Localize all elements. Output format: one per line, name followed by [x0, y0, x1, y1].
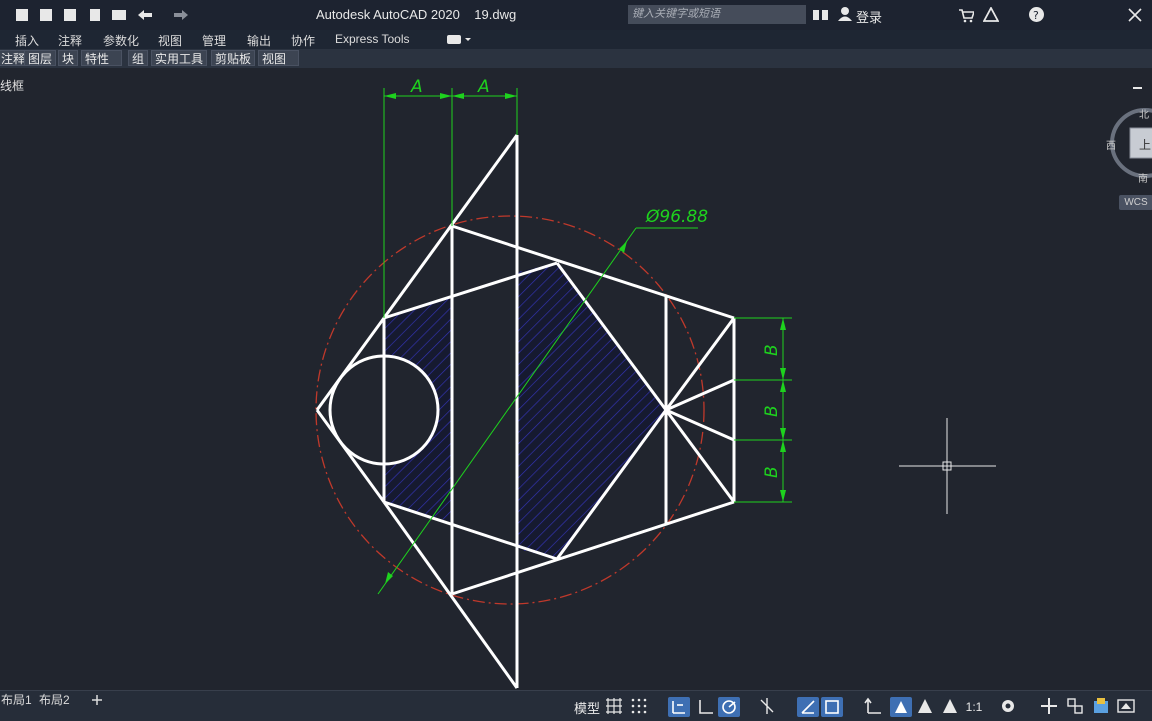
model-space-button[interactable]: 模型	[572, 697, 602, 717]
save-icon[interactable]	[16, 9, 28, 21]
menu-output[interactable]: 输出	[247, 32, 271, 49]
object-snap-icon	[825, 700, 839, 714]
dim-label-a1: A	[410, 77, 423, 97]
tab-layout2[interactable]: 布局2	[34, 692, 75, 708]
lower-long-edge	[451, 500, 735, 596]
print-icon[interactable]	[112, 10, 126, 20]
window-title: Autodesk AutoCAD 2020 19.dwg	[316, 7, 516, 22]
app-title: Autodesk AutoCAD 2020	[316, 7, 460, 22]
panel-group[interactable]: 组	[128, 50, 149, 66]
tab-layout1[interactable]: 布局1	[0, 692, 37, 708]
menu-express-tools[interactable]: Express Tools	[335, 32, 409, 46]
menu-annotate[interactable]: 注释	[58, 32, 82, 49]
menu-insert[interactable]: 插入	[15, 32, 39, 49]
dim-label-b1: B	[762, 344, 782, 356]
dim-label-b3: B	[762, 466, 782, 478]
polar-tracking-button[interactable]	[718, 697, 740, 717]
panel-view[interactable]: 视图	[258, 50, 300, 66]
annotation-scale-icon[interactable]	[941, 697, 959, 715]
dim-label-b2: B	[762, 405, 782, 417]
auto-scale-icon[interactable]	[916, 697, 934, 715]
menu-bar: 插入 注释 参数化 视图 管理 输出 协作 Express Tools	[0, 30, 1152, 49]
title-bar: Autodesk AutoCAD 2020 19.dwg 键入关键字或短语 登录…	[0, 0, 1152, 30]
status-bar: 布局1 布局2 模型 1:1	[0, 690, 1152, 721]
grid-icon[interactable]	[605, 697, 623, 715]
isodraft-icon[interactable]	[758, 697, 776, 715]
panel-utilities[interactable]: 实用工具	[151, 50, 208, 66]
binoculars-icon[interactable]	[812, 7, 830, 23]
annotation-visibility-button[interactable]	[890, 697, 912, 717]
ribbon-panel-bar: 注释 图层 块 特性 组 实用工具 剪贴板 视图	[0, 49, 1152, 68]
ribbon-toggle-icon[interactable]	[446, 34, 472, 46]
crosshair-cursor	[899, 418, 996, 514]
add-layout-icon[interactable]	[91, 694, 103, 706]
hardware-acceleration-icon[interactable]	[1117, 697, 1135, 715]
object-snap-button[interactable]	[821, 697, 843, 717]
cart-icon[interactable]	[958, 7, 974, 23]
close-icon[interactable]	[1128, 8, 1142, 22]
annotation-monitor-icon[interactable]	[1040, 697, 1058, 715]
lineweight-icon[interactable]	[864, 697, 882, 715]
user-icon[interactable]	[837, 6, 853, 22]
autodesk-apps-icon[interactable]	[983, 7, 999, 23]
upper-long-edge	[451, 224, 735, 320]
dynamic-input-icon	[672, 701, 685, 714]
redo-icon[interactable]	[174, 10, 188, 20]
ortho-icon[interactable]	[697, 698, 715, 716]
login-button[interactable]: 登录	[856, 7, 882, 26]
publish-icon[interactable]	[90, 9, 100, 21]
export-icon[interactable]	[64, 9, 76, 21]
file-name: 19.dwg	[474, 7, 517, 22]
viewcube-south[interactable]: 南	[1138, 170, 1148, 185]
workspace-gear-icon[interactable]	[999, 697, 1017, 715]
help-icon[interactable]: ?	[1028, 6, 1045, 23]
viewcube-face-label[interactable]: 上	[1139, 136, 1151, 153]
search-input[interactable]: 键入关键字或短语	[628, 5, 806, 24]
panel-clipboard[interactable]: 剪贴板	[211, 50, 256, 66]
dim-label-diameter: Ø96.88	[645, 207, 708, 227]
wcs-menu[interactable]: WCS	[1119, 195, 1152, 210]
object-snap-tracking-button[interactable]	[797, 697, 819, 717]
quick-access-icons[interactable]	[2, 5, 212, 25]
annotation-visibility-icon	[895, 701, 907, 713]
polar-tracking-icon	[722, 700, 736, 714]
save-as-icon[interactable]	[40, 9, 52, 21]
panel-layers[interactable]: 图层	[24, 50, 57, 66]
svg-text:?: ?	[1033, 9, 1039, 22]
menu-parametric[interactable]: 参数化	[103, 32, 139, 49]
object-snap-tracking-icon	[801, 700, 815, 714]
menu-view[interactable]: 视图	[158, 32, 182, 49]
menu-manage[interactable]: 管理	[202, 32, 226, 49]
quick-access-toolbar	[2, 5, 212, 25]
dim-label-a2: A	[477, 77, 490, 97]
dynamic-input-button[interactable]	[668, 697, 690, 717]
quick-properties-icon[interactable]	[1092, 697, 1110, 715]
viewcube-west[interactable]: 西	[1106, 137, 1116, 152]
menu-collaborate[interactable]: 协作	[291, 32, 315, 49]
panel-block[interactable]: 块	[58, 50, 79, 66]
snap-icon[interactable]	[630, 697, 648, 715]
viewcube-north[interactable]: 北	[1139, 106, 1149, 121]
annotation-scale-value[interactable]: 1:1	[964, 697, 984, 717]
panel-properties[interactable]: 特性	[81, 50, 123, 66]
drawing-canvas[interactable]: A A Ø96.88 B B B	[0, 68, 1152, 690]
undo-icon[interactable]	[138, 10, 152, 20]
units-icon[interactable]	[1066, 697, 1084, 715]
